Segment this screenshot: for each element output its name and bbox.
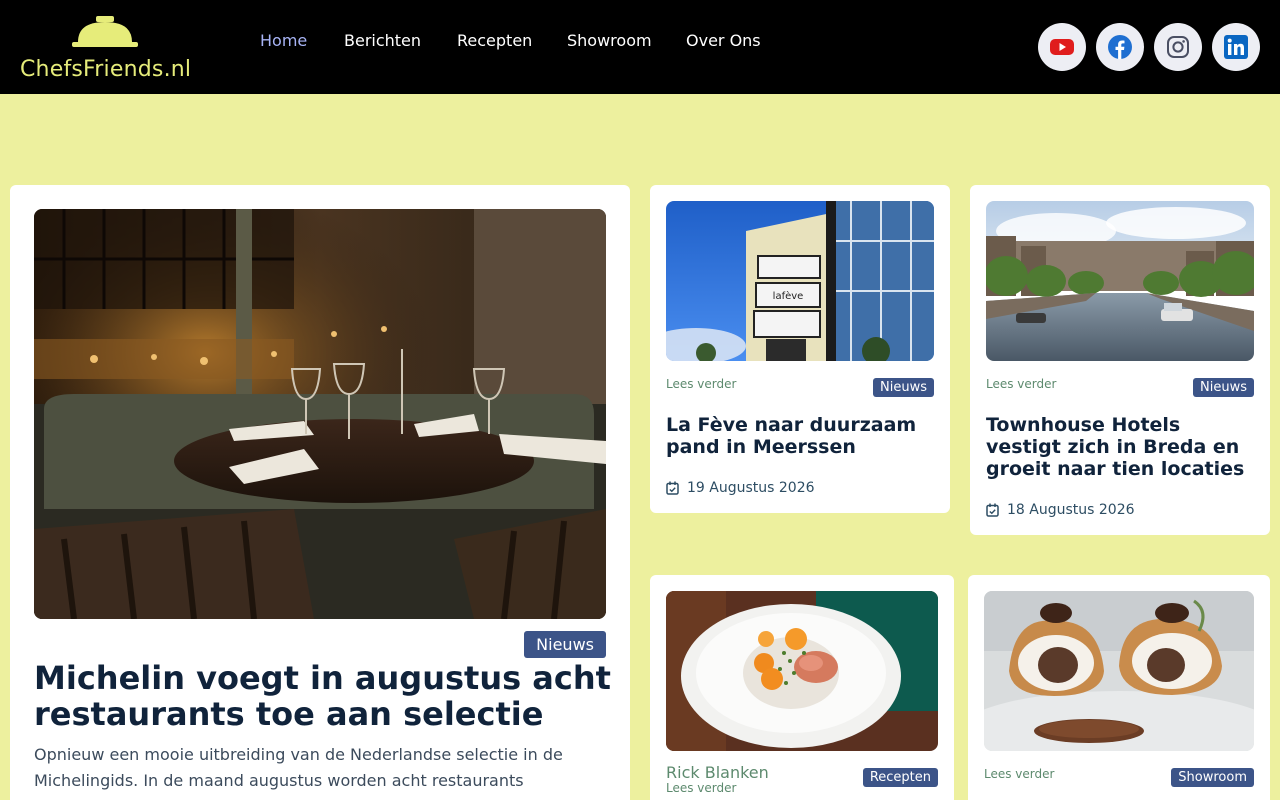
calendar-icon (986, 503, 999, 517)
sign-text: lafève (773, 290, 804, 302)
article-date: 18 Augustus 2026 (986, 502, 1135, 518)
linkedin-icon (1224, 35, 1248, 59)
youtube-button[interactable] (1038, 23, 1086, 71)
instagram-button[interactable] (1154, 23, 1202, 71)
linkedin-button[interactable] (1212, 23, 1260, 71)
category-badge[interactable]: Nieuws (873, 378, 934, 397)
article-image[interactable] (986, 201, 1254, 361)
article-date-text: 19 Augustus 2026 (687, 480, 815, 496)
site-header: ChefsFriends.nl Home Berichten Recepten … (0, 0, 1280, 94)
nav-berichten[interactable]: Berichten (344, 31, 421, 50)
calendar-icon (666, 481, 679, 495)
featured-article-image[interactable] (34, 209, 606, 619)
featured-article-card[interactable]: Nieuws Michelin voegt in augustus acht r… (10, 185, 630, 800)
nav-showroom[interactable]: Showroom (567, 31, 652, 50)
category-badge[interactable]: Showroom (1171, 768, 1254, 787)
showroom-image[interactable] (984, 591, 1254, 751)
building-photo: lafève (666, 201, 934, 361)
dish-photo (666, 591, 938, 751)
article-card[interactable]: lafève Lees verder Nieuws La Fève naar d… (650, 185, 950, 513)
article-date-text: 18 Augustus 2026 (1007, 502, 1135, 518)
facebook-button[interactable] (1096, 23, 1144, 71)
read-more-link[interactable]: Lees verder (986, 377, 1056, 391)
logo-text: ChefsFriends.nl (20, 57, 192, 82)
cloche-icon (72, 16, 138, 47)
nav-recepten[interactable]: Recepten (457, 31, 532, 50)
canal-photo (986, 201, 1254, 361)
read-more-link[interactable]: Lees verder (666, 377, 736, 391)
youtube-icon (1050, 39, 1074, 55)
recipe-image[interactable] (666, 591, 938, 751)
nav-over-ons[interactable]: Over Ons (686, 31, 761, 50)
article-card[interactable]: Lees verder Nieuws Townhouse Hotels vest… (970, 185, 1270, 535)
showroom-card[interactable]: Lees verder Showroom (968, 575, 1270, 800)
featured-article-excerpt: Opnieuw een mooie uitbreiding van de Ned… (34, 745, 563, 790)
recipe-author[interactable]: Rick Blanken (666, 763, 769, 782)
article-title[interactable]: Townhouse Hotels vestigt zich in Breda e… (986, 414, 1254, 480)
featured-article-title[interactable]: Michelin voegt in augustus acht restaura… (34, 660, 614, 732)
category-badge[interactable]: Nieuws (524, 631, 606, 658)
article-image[interactable]: lafève (666, 201, 934, 361)
category-badge[interactable]: Nieuws (1193, 378, 1254, 397)
nav-home[interactable]: Home (260, 31, 307, 50)
site-logo[interactable]: ChefsFriends.nl (18, 12, 198, 86)
read-more-link[interactable]: Lees verder (666, 781, 736, 795)
facebook-icon (1108, 35, 1132, 59)
read-more-link[interactable]: Lees verder (984, 767, 1054, 781)
article-title[interactable]: La Fève naar duurzaam pand in Meerssen (666, 414, 934, 458)
article-date: 19 Augustus 2026 (666, 480, 815, 496)
category-badge[interactable]: Recepten (862, 768, 938, 787)
pastry-photo (984, 591, 1254, 751)
recipe-card[interactable]: Rick Blanken Lees verder Recepten (650, 575, 954, 800)
restaurant-interior-photo (34, 209, 606, 619)
instagram-icon (1167, 36, 1189, 58)
